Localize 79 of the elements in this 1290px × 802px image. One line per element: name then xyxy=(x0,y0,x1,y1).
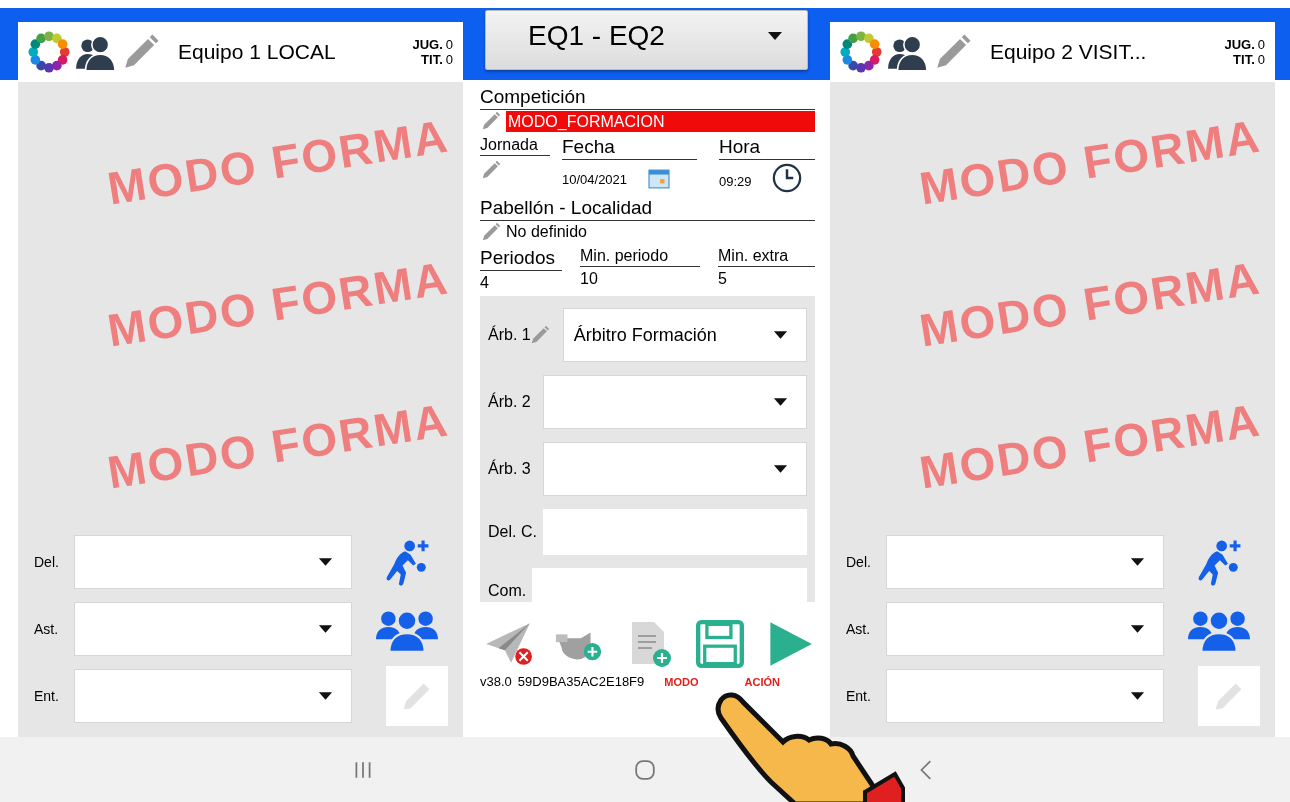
pencil-icon[interactable] xyxy=(480,221,502,243)
caret-icon xyxy=(773,464,788,474)
players-count: 0 xyxy=(1257,37,1265,52)
official-label: Árb. 3 xyxy=(488,460,531,478)
staff-dropdown[interactable] xyxy=(74,602,352,656)
field-value[interactable]: 4 xyxy=(480,274,562,292)
color-wheel-icon[interactable] xyxy=(840,31,882,73)
version-text: v38.0 xyxy=(480,674,512,689)
field-label: Min. extra xyxy=(718,247,815,267)
staff-dropdown[interactable] xyxy=(886,602,1164,656)
competition-value[interactable]: MODO_FORMACION xyxy=(506,110,815,132)
date-value[interactable]: 10/04/2021 xyxy=(562,171,628,187)
staff-label: Ast. xyxy=(846,621,872,637)
field-label: Periodos xyxy=(480,247,562,271)
caret-icon xyxy=(318,624,333,634)
official-dropdown[interactable] xyxy=(542,442,807,496)
official-value: Árbitro Formación xyxy=(573,324,717,346)
mode-label: ACIÓN xyxy=(744,676,780,688)
match-dropdown[interactable]: EQ1 - EQ2 xyxy=(485,10,808,70)
caret-icon xyxy=(1130,624,1145,634)
players-label: JUG. xyxy=(412,37,443,52)
pencil-icon[interactable] xyxy=(480,159,502,181)
staff-label: Ent. xyxy=(34,688,60,704)
training-mode-watermark: MODO FORMA xyxy=(915,250,1265,358)
staff-dropdown[interactable] xyxy=(886,535,1164,589)
field-value[interactable]: 10 xyxy=(580,270,700,288)
staff-dropdown[interactable] xyxy=(74,669,352,723)
field-label: Jornada xyxy=(480,136,550,156)
caret-icon xyxy=(773,330,788,340)
starters-count: 0 xyxy=(1257,52,1265,67)
home-icon[interactable] xyxy=(634,758,656,781)
official-label: Com. xyxy=(488,582,527,600)
staff-dropdown[interactable] xyxy=(886,669,1164,723)
official-input[interactable] xyxy=(542,509,807,555)
caret-icon xyxy=(1130,557,1145,567)
training-mode-watermark: MODO FORMA xyxy=(103,392,453,500)
field-label: Min. periodo xyxy=(580,247,700,267)
official-label: Árb. 2 xyxy=(488,393,531,411)
starters-label: TIT. xyxy=(1233,52,1255,67)
field-label: Competición xyxy=(480,86,815,110)
official-dropdown[interactable] xyxy=(542,375,807,429)
caret-icon xyxy=(318,557,333,567)
pencil-icon[interactable] xyxy=(480,110,502,132)
team-name: Equipo 2 VISIT... xyxy=(990,40,1148,64)
field-label: Hora xyxy=(719,136,815,160)
staff-label: Del. xyxy=(34,554,60,570)
training-mode-watermark: MODO FORMA xyxy=(915,392,1265,500)
official-label: Del. C. xyxy=(488,523,537,541)
caret-icon xyxy=(1130,691,1145,701)
save-icon[interactable] xyxy=(694,620,745,668)
field-value[interactable]: 5 xyxy=(718,270,815,288)
calendar-icon[interactable] xyxy=(647,169,672,189)
team-name: Equipo 1 LOCAL xyxy=(178,40,337,64)
training-mode-watermark: MODO FORMA xyxy=(103,108,453,216)
starters-count: 0 xyxy=(445,52,453,67)
caret-icon xyxy=(773,397,788,407)
official-dropdown[interactable]: Árbitro Formación xyxy=(562,308,807,362)
training-mode-watermark: MODO FORMA xyxy=(103,250,453,358)
device-id: 59D9BA35AC2E18F9 xyxy=(517,674,645,689)
staff-label: Ast. xyxy=(34,621,60,637)
caret-icon xyxy=(767,31,783,41)
field-label: Pabellón - Localidad xyxy=(480,197,815,221)
venue-value[interactable]: No definido xyxy=(506,223,587,241)
paper-plane-error-icon[interactable] xyxy=(484,620,534,668)
official-label: Árb. 1 xyxy=(488,326,531,344)
color-wheel-icon[interactable] xyxy=(28,31,70,73)
official-input[interactable] xyxy=(532,568,807,602)
training-mode-watermark: MODO FORMA xyxy=(915,108,1265,216)
clock-icon[interactable] xyxy=(771,163,802,193)
field-label: Fecha xyxy=(562,136,697,160)
staff-dropdown[interactable] xyxy=(74,535,352,589)
time-value[interactable]: 09:29 xyxy=(719,173,752,189)
staff-label: Ent. xyxy=(846,688,872,704)
staff-label: Del. xyxy=(846,554,872,570)
players-label: JUG. xyxy=(1224,37,1255,52)
players-count: 0 xyxy=(445,37,453,52)
caret-icon xyxy=(318,691,333,701)
starters-label: TIT. xyxy=(421,52,443,67)
mode-label: MODO xyxy=(664,676,699,688)
